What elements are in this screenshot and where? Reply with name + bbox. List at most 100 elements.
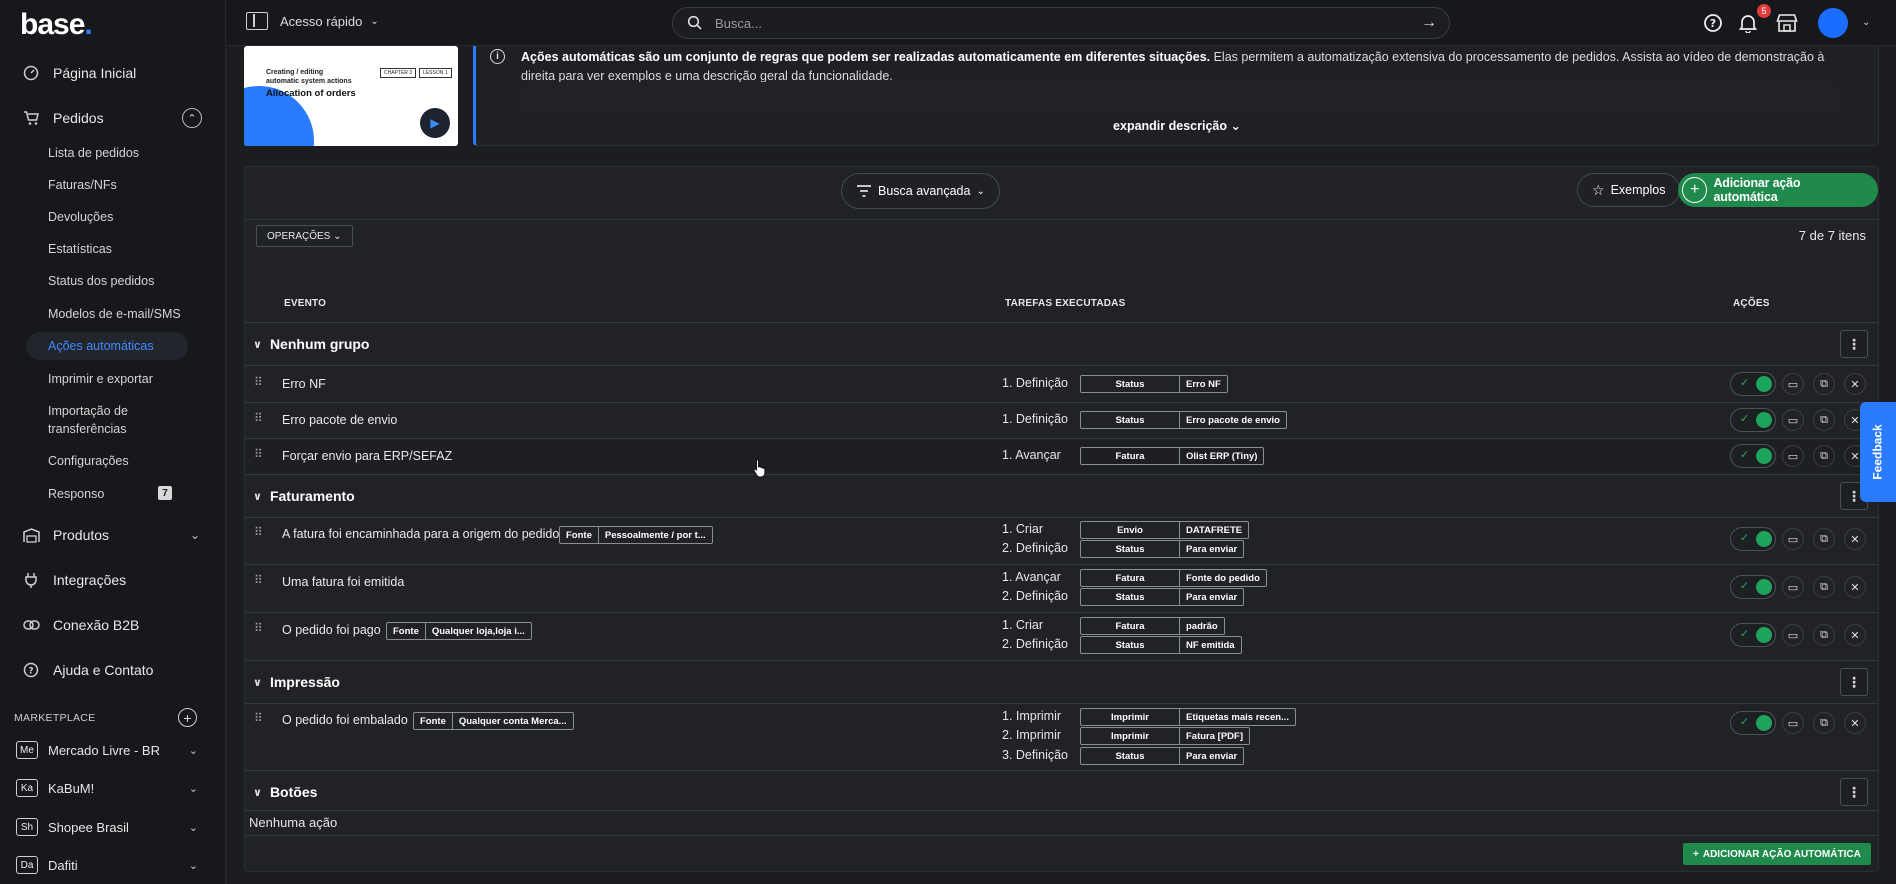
collapse-icon[interactable]: ⌃ xyxy=(182,108,202,128)
store-icon[interactable] xyxy=(1775,11,1799,35)
copy-icon[interactable]: ⧉ xyxy=(1813,528,1835,550)
table-row[interactable]: ⠿ Erro NF 1. Definição Status Erro NF ✓ ▭… xyxy=(245,366,1878,402)
drag-handle-icon[interactable]: ⠿ xyxy=(254,712,263,724)
desktop-icon[interactable]: ▭ xyxy=(1782,576,1804,598)
search-input[interactable] xyxy=(715,15,1421,31)
marketplace-item[interactable]: Ka KaBuM! ⌄ xyxy=(16,779,206,797)
more-options-icon[interactable]: ⋮ xyxy=(1840,330,1868,358)
table-row[interactable]: ⠿ A fatura foi encaminhada para a origem… xyxy=(245,518,1878,564)
nav-invoices[interactable]: Faturas/NFs xyxy=(48,176,198,194)
cart-icon xyxy=(22,109,40,127)
desktop-icon[interactable]: ▭ xyxy=(1782,528,1804,550)
marketplace-item[interactable]: Da Dafiti ⌄ xyxy=(16,856,206,874)
desktop-icon[interactable]: ▭ xyxy=(1782,409,1804,431)
close-icon[interactable]: ✕ xyxy=(1844,624,1866,646)
nav-email-templates[interactable]: Modelos de e-mail/SMS xyxy=(48,305,198,323)
drag-handle-icon[interactable]: ⠿ xyxy=(254,622,263,634)
drag-handle-icon[interactable]: ⠿ xyxy=(254,376,263,388)
operations-button[interactable]: OPERAÇÕES ⌄ xyxy=(256,225,353,247)
nav-print-export[interactable]: Imprimir e exportar xyxy=(48,370,198,388)
chevron-down-icon[interactable]: ∨ xyxy=(253,338,262,351)
drag-handle-icon[interactable]: ⠿ xyxy=(254,526,263,538)
copy-icon[interactable]: ⧉ xyxy=(1813,712,1835,734)
nav-responso[interactable]: Responso xyxy=(48,485,198,503)
close-icon[interactable]: ✕ xyxy=(1844,712,1866,734)
brand-logo[interactable]: base. xyxy=(20,8,93,42)
nav-home[interactable]: Página Inicial xyxy=(0,60,226,86)
close-icon[interactable]: ✕ xyxy=(1844,576,1866,598)
drag-handle-icon[interactable]: ⠿ xyxy=(254,574,263,586)
close-icon[interactable]: ✕ xyxy=(1844,373,1866,395)
more-options-icon[interactable]: ⋮ xyxy=(1840,668,1868,696)
active-toggle[interactable]: ✓ xyxy=(1730,527,1776,551)
group-header[interactable]: ∨ Faturamento ⋮ xyxy=(245,475,1878,517)
plus-icon: + xyxy=(1682,177,1708,203)
task-chip: Imprimir Etiquetas mais recen... xyxy=(1080,708,1296,726)
drag-handle-icon[interactable]: ⠿ xyxy=(254,412,263,424)
add-automatic-action-bottom-button[interactable]: + ADICIONAR AÇÃO AUTOMÁTICA xyxy=(1683,843,1871,865)
chevron-down-icon: ⌄ xyxy=(370,15,379,27)
examples-button[interactable]: ☆ Exemplos xyxy=(1577,173,1681,207)
copy-icon[interactable]: ⧉ xyxy=(1813,624,1835,646)
copy-icon[interactable]: ⧉ xyxy=(1813,576,1835,598)
group-header[interactable]: ∨ Nenhum grupo ⋮ xyxy=(245,323,1878,365)
arrow-right-icon[interactable]: → xyxy=(1421,14,1437,32)
expand-description-link[interactable]: expandir descrição ⌄ xyxy=(476,118,1878,133)
desktop-icon[interactable]: ▭ xyxy=(1782,445,1804,467)
nav-returns[interactable]: Devoluções xyxy=(48,208,198,226)
nav-order-status[interactable]: Status dos pedidos xyxy=(48,272,198,290)
active-toggle[interactable]: ✓ xyxy=(1730,711,1776,735)
table-row[interactable]: ⠿ Forçar envio para ERP/SEFAZ 1. Avançar… xyxy=(245,439,1878,475)
avatar[interactable] xyxy=(1818,8,1848,38)
chevron-down-icon: ⌄ xyxy=(188,859,198,872)
table-row[interactable]: ⠿ Erro pacote de envio 1. Definição Stat… xyxy=(245,403,1878,439)
nav-products[interactable]: Produtos ⌄ xyxy=(0,522,226,548)
drag-handle-icon[interactable]: ⠿ xyxy=(254,448,263,460)
active-toggle[interactable]: ✓ xyxy=(1730,575,1776,599)
active-toggle[interactable]: ✓ xyxy=(1730,444,1776,468)
marketplace-item[interactable]: Me Mercado Livre - BR ⌄ xyxy=(16,741,206,759)
group-header[interactable]: ∨ Impressão ⋮ xyxy=(245,661,1878,703)
add-marketplace-icon[interactable]: + xyxy=(178,708,197,727)
nav-order-list[interactable]: Lista de pedidos xyxy=(48,144,198,162)
advanced-search-button[interactable]: Busca avançada ⌄ xyxy=(841,173,1000,209)
feedback-tab[interactable]: Feedback xyxy=(1860,402,1896,502)
marketplace-item[interactable]: Sh Shopee Brasil ⌄ xyxy=(16,818,206,836)
desktop-icon[interactable]: ▭ xyxy=(1782,712,1804,734)
nav-automatic-actions[interactable]: Ações automáticas xyxy=(26,332,188,360)
nav-statistics[interactable]: Estatísticas xyxy=(48,240,198,258)
copy-icon[interactable]: ⧉ xyxy=(1813,373,1835,395)
active-toggle[interactable]: ✓ xyxy=(1730,623,1776,647)
desktop-icon[interactable]: ▭ xyxy=(1782,624,1804,646)
table-row[interactable]: ⠿ O pedido foi embalado Fonte Qualquer co… xyxy=(245,704,1878,770)
desktop-icon[interactable]: ▭ xyxy=(1782,373,1804,395)
demo-video-thumbnail[interactable]: Creating / editing automatic system actio… xyxy=(244,46,458,146)
nav-settings[interactable]: Configurações xyxy=(48,452,198,470)
more-options-icon[interactable]: ⋮ xyxy=(1840,778,1868,806)
chevron-down-icon[interactable]: ∨ xyxy=(253,490,262,503)
nav-integrations[interactable]: Integrações xyxy=(0,567,226,593)
nav-transfer-import[interactable]: Importação de transferências xyxy=(48,402,158,438)
star-icon: ☆ xyxy=(1592,181,1605,198)
nav-b2b[interactable]: Conexão B2B xyxy=(0,612,226,638)
play-icon[interactable]: ▶ xyxy=(420,108,450,138)
chevron-down-icon[interactable]: ⌄ xyxy=(1862,17,1870,28)
info-icon: i xyxy=(490,49,505,64)
group-header[interactable]: ∨ Botões ⋮ xyxy=(245,771,1878,813)
active-toggle[interactable]: ✓ xyxy=(1730,408,1776,432)
copy-icon[interactable]: ⧉ xyxy=(1813,409,1835,431)
quick-access-button[interactable]: Acesso rápido ⌄ xyxy=(246,12,379,30)
active-toggle[interactable]: ✓ xyxy=(1730,372,1776,396)
nav-orders[interactable]: Pedidos ⌃ xyxy=(0,105,226,131)
chevron-down-icon[interactable]: ∨ xyxy=(253,786,262,799)
chevron-down-icon[interactable]: ∨ xyxy=(253,676,262,689)
nav-help[interactable]: ? Ajuda e Contato xyxy=(0,657,226,683)
table-row[interactable]: ⠿ O pedido foi pago Fonte Qualquer loja,l… xyxy=(245,613,1878,660)
plus-icon: + xyxy=(1693,848,1699,860)
bell-icon[interactable] xyxy=(1736,11,1760,35)
table-row[interactable]: ⠿ Uma fatura foi emitida 1. Avançar Fatu… xyxy=(245,565,1878,612)
help-circle-icon[interactable]: ? xyxy=(1701,11,1725,35)
copy-icon[interactable]: ⧉ xyxy=(1813,445,1835,467)
add-automatic-action-button[interactable]: + Adicionar ação automática xyxy=(1678,173,1878,207)
close-icon[interactable]: ✕ xyxy=(1844,528,1866,550)
